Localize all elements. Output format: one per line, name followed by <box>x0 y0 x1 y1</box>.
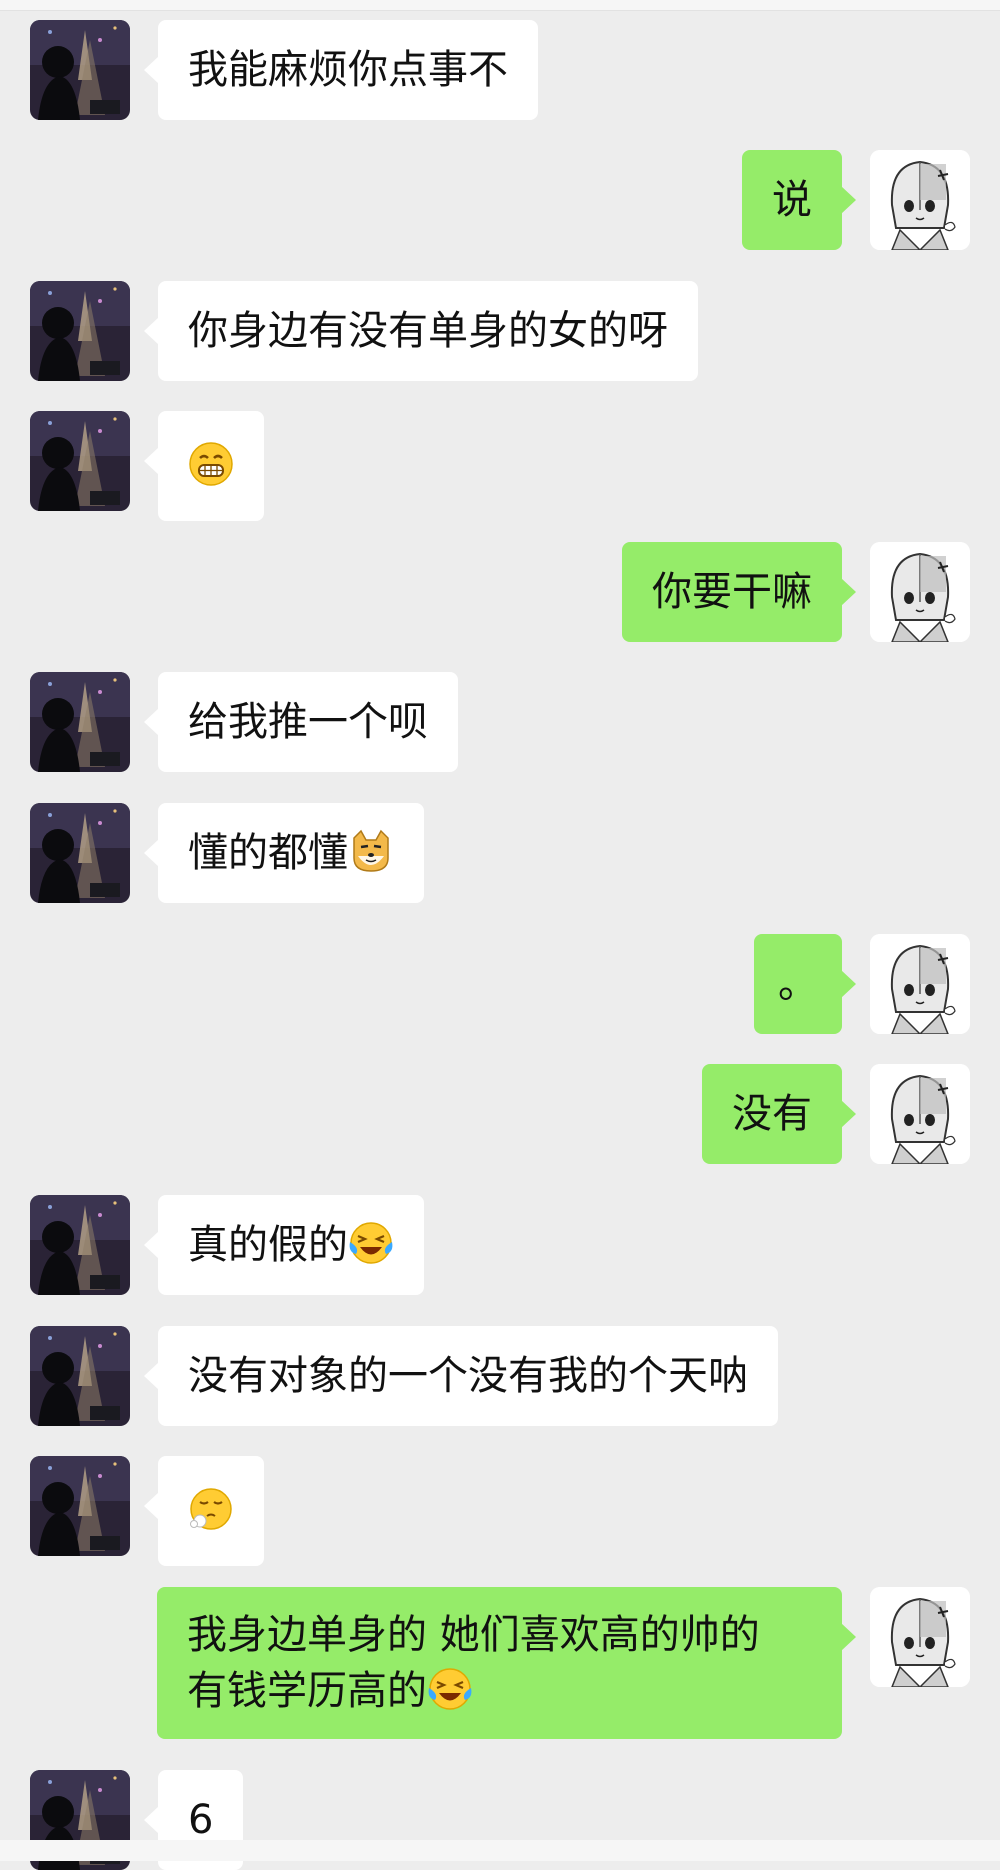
message-text: 懂的都懂 <box>188 830 348 876</box>
message-bubble-outgoing[interactable]: 你要干嘛 <box>622 542 856 642</box>
message-bubble-outgoing[interactable]: 说 <box>742 150 856 250</box>
my-avatar[interactable] <box>870 934 970 1034</box>
message-text: 我能麻烦你点事不 <box>188 47 508 93</box>
message-bubble-outgoing[interactable]: 没有 <box>702 1064 856 1164</box>
message-bubble-incoming[interactable]: 懂的都懂 <box>144 803 424 903</box>
sigh-emoji-icon <box>188 1486 234 1532</box>
contact-avatar[interactable] <box>30 411 130 511</box>
message-bubble-incoming[interactable]: 我能麻烦你点事不 <box>144 20 538 120</box>
message-text: 没有 <box>732 1091 812 1137</box>
avatar-image <box>30 411 130 511</box>
message-bubble-incoming[interactable]: 真的假的 <box>144 1195 424 1295</box>
message-bubble-incoming[interactable] <box>144 411 264 521</box>
avatar-image <box>30 20 130 120</box>
contact-avatar[interactable] <box>30 1456 130 1556</box>
contact-avatar[interactable] <box>30 1326 130 1426</box>
message-bubble-incoming[interactable]: 给我推一个呗 <box>144 672 458 772</box>
message-text-line: 有钱学历高的 <box>187 1663 812 1719</box>
avatar-image <box>30 672 130 772</box>
message-bubble-incoming[interactable]: 你身边有没有单身的女的呀 <box>144 281 698 381</box>
doge-emoji-icon <box>348 828 394 874</box>
message-bubble-incoming[interactable]: 没有对象的一个没有我的个天呐 <box>144 1326 778 1426</box>
message-text: 给我推一个呗 <box>188 699 428 745</box>
avatar-image <box>30 281 130 381</box>
my-avatar[interactable] <box>870 1587 970 1687</box>
avatar-image <box>30 803 130 903</box>
message-text: 没有对象的一个没有我的个天呐 <box>188 1353 748 1399</box>
message-bubble-incoming[interactable] <box>144 1456 264 1566</box>
contact-avatar[interactable] <box>30 672 130 772</box>
message-text: 你身边有没有单身的女的呀 <box>188 308 668 354</box>
laugh-cry-emoji-icon <box>427 1666 473 1712</box>
input-bar-edge <box>0 1840 1000 1861</box>
contact-avatar[interactable] <box>30 803 130 903</box>
contact-avatar[interactable] <box>30 1195 130 1295</box>
avatar-image <box>30 1456 130 1556</box>
message-text: 真的假的 <box>188 1222 348 1268</box>
avatar-image <box>30 1195 130 1295</box>
grin-emoji-icon <box>188 441 234 487</box>
message-bubble-outgoing[interactable]: 我身边单身的 她们喜欢高的帅的 有钱学历高的 <box>157 1587 856 1739</box>
avatar-image <box>870 934 970 1034</box>
contact-avatar[interactable] <box>30 281 130 381</box>
message-bubble-outgoing[interactable]: 。 <box>754 934 856 1034</box>
message-text: 说 <box>772 177 812 223</box>
avatar-image <box>870 150 970 250</box>
avatar-image <box>30 1326 130 1426</box>
top-bar-edge <box>0 0 1000 11</box>
my-avatar[interactable] <box>870 1064 970 1164</box>
contact-avatar[interactable] <box>30 20 130 120</box>
message-text: 6 <box>188 1797 214 1843</box>
message-text: 你要干嘛 <box>652 569 812 615</box>
avatar-image <box>870 1064 970 1164</box>
avatar-image <box>870 542 970 642</box>
message-text: 。 <box>778 961 818 1007</box>
my-avatar[interactable] <box>870 542 970 642</box>
message-text-line: 我身边单身的 她们喜欢高的帅的 <box>187 1612 760 1658</box>
my-avatar[interactable] <box>870 150 970 250</box>
laugh-cry-emoji-icon <box>348 1220 394 1266</box>
avatar-image <box>870 1587 970 1687</box>
